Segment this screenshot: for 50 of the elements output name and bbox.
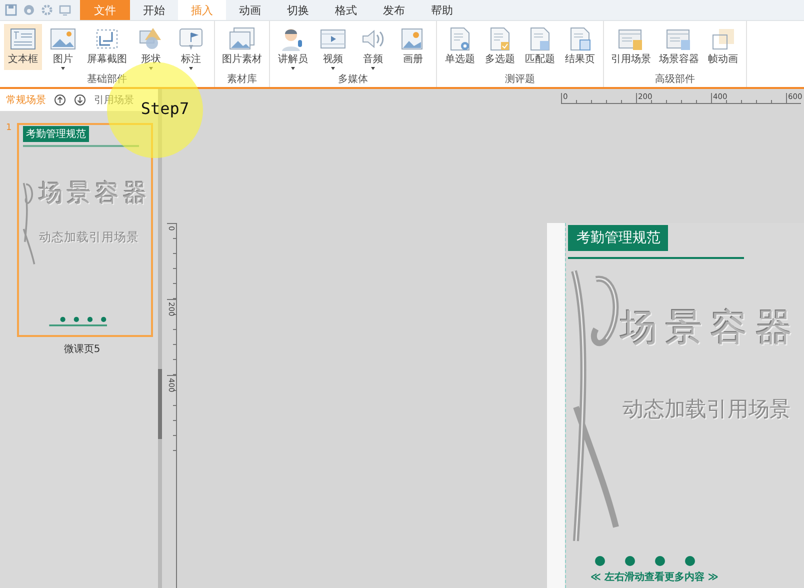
ribbon-tab[interactable]: 帮助	[418, 0, 466, 20]
ribbon-button[interactable]: 场景容器	[656, 24, 702, 70]
ribbon-tab[interactable]: 开始	[130, 0, 178, 20]
monitor-icon[interactable]	[59, 4, 71, 16]
ribbon-group-label: 测评题	[505, 72, 535, 87]
ribbon-group-label: 多媒体	[338, 73, 368, 87]
slide-number: 1	[6, 123, 13, 135]
slide-title: 考勤管理规范	[23, 126, 89, 142]
text-box-icon	[9, 26, 37, 52]
ribbon-tab[interactable]: 发布	[370, 0, 418, 20]
ribbon-button[interactable]: 匹配题	[521, 24, 559, 70]
splitter-handle[interactable]	[158, 369, 162, 439]
slide-thumbnail[interactable]: 考勤管理规范 场景容器 动态加载引用场景	[17, 123, 153, 337]
ribbon-button[interactable]: 多选题	[481, 24, 519, 70]
flag-icon	[177, 26, 205, 52]
ribbon-group-label: 基础部件	[87, 72, 127, 87]
ribbon-button[interactable]: 音频	[354, 24, 392, 70]
ribbon-group-label: 素材库	[227, 72, 257, 87]
gear-icon[interactable]	[41, 4, 53, 16]
slide-subheading: 动态加载引用场景	[621, 396, 792, 423]
slide-caption: 微课页5	[62, 343, 102, 356]
move-down-icon[interactable]	[74, 94, 86, 106]
ribbon-tab[interactable]: 动画	[226, 0, 274, 20]
cloud-icon[interactable]	[23, 4, 35, 16]
step-label: Step7	[140, 98, 190, 118]
slide-title: 考勤管理规范	[568, 225, 668, 251]
ribbon-button[interactable]: 单选题	[441, 24, 479, 70]
ribbon-tab[interactable]: 格式	[322, 0, 370, 20]
ribbon-button[interactable]: 帧动画	[704, 24, 742, 70]
ribbon-button[interactable]: 屏幕截图	[84, 24, 130, 70]
ribbon-button[interactable]: 画册	[394, 24, 432, 70]
image-stack-icon	[228, 26, 256, 52]
save-icon[interactable]	[5, 4, 17, 16]
swipe-hint: ≪ 左右滑动查看更多内容 ≫	[590, 570, 720, 584]
ribbon-button[interactable]: 引用场景	[608, 24, 654, 70]
ribbon-button[interactable]: 讲解员	[274, 24, 312, 70]
ribbon-button[interactable]: 图片	[44, 24, 82, 70]
slide-subheading: 动态加载引用场景	[39, 229, 140, 246]
ribbon-button[interactable]: 文本框	[4, 24, 42, 70]
ribbon-group-label: 高级部件	[655, 72, 695, 87]
slide-heading: 场景容器	[620, 309, 800, 346]
slide-heading: 场景容器	[39, 181, 151, 205]
picture-icon	[49, 26, 77, 52]
ribbon-button[interactable]: 视频	[314, 24, 352, 70]
move-up-icon[interactable]	[54, 94, 66, 106]
ribbon-button[interactable]: 结果页	[561, 24, 599, 70]
ribbon-button[interactable]: 标注	[172, 24, 210, 70]
ribbon-button[interactable]: 形状	[132, 24, 170, 70]
ribbon-button[interactable]: 图片素材	[219, 24, 265, 70]
ribbon-tab[interactable]: 切换	[274, 0, 322, 20]
